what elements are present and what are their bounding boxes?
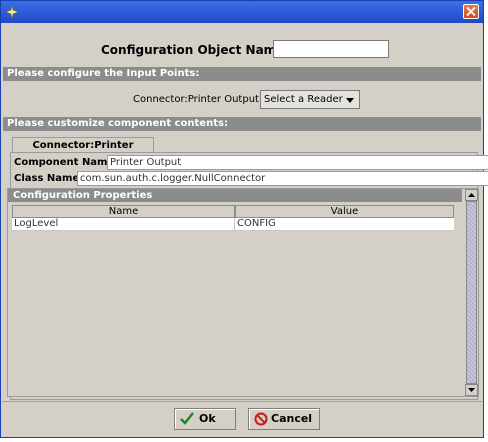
title-bar[interactable] — [1, 1, 483, 23]
component-header: Please customize component contents: — [3, 117, 481, 131]
row-name-cell[interactable]: LogLevel — [12, 218, 235, 230]
arrow-up-icon — [468, 193, 475, 197]
properties-table: Name Value LogLevel CONFIG — [12, 205, 462, 392]
config-name-label: Configuration Object Name: — [101, 43, 290, 57]
configuration-dialog: Configuration Object Name: Please config… — [0, 0, 488, 438]
scroll-up-button[interactable] — [465, 189, 478, 201]
cancel-icon — [254, 412, 268, 433]
input-points-header: Please configure the Input Points: — [3, 67, 481, 81]
app-icon — [5, 4, 19, 20]
connector-label: Connector:Printer Output — [133, 94, 259, 105]
ok-label: Ok — [199, 412, 216, 425]
reader-select[interactable]: Select a Reader — [260, 90, 360, 109]
cancel-label: Cancel — [271, 412, 313, 425]
tab-connector-printer-output[interactable]: Connector:Printer Output — [12, 137, 154, 167]
cancel-button[interactable]: Cancel — [248, 408, 320, 430]
arrow-down-icon — [468, 388, 475, 392]
chevron-down-icon — [346, 98, 354, 103]
config-name-input[interactable] — [273, 40, 389, 58]
checkmark-icon — [180, 412, 194, 432]
scroll-down-button[interactable] — [465, 384, 478, 396]
connector-row: Connector:Printer Output Select a Reader — [1, 89, 483, 111]
class-name-label: Class Name: — [14, 173, 84, 184]
class-name-field[interactable]: com.sun.auth.c.logger.NullConnector — [77, 171, 488, 186]
component-name-label: Component Name: — [14, 157, 119, 168]
button-bar: Ok Cancel — [2, 401, 482, 436]
vertical-scrollbar[interactable] — [465, 189, 478, 396]
close-icon — [466, 7, 476, 16]
component-name-field[interactable]: Printer Output — [107, 155, 488, 170]
column-header-name[interactable]: Name — [12, 205, 235, 218]
config-name-row: Configuration Object Name: — [1, 39, 483, 61]
reader-select-value: Select a Reader — [264, 94, 343, 105]
table-row[interactable]: LogLevel CONFIG — [12, 218, 454, 231]
configuration-properties-header: Configuration Properties — [8, 189, 462, 202]
row-value-cell[interactable]: CONFIG — [235, 218, 454, 230]
scroll-thumb[interactable] — [466, 201, 477, 384]
configuration-properties-panel: Configuration Properties Name Value LogL… — [7, 188, 479, 397]
column-header-value[interactable]: Value — [235, 205, 454, 218]
close-button[interactable] — [463, 4, 479, 19]
ok-button[interactable]: Ok — [174, 408, 236, 430]
